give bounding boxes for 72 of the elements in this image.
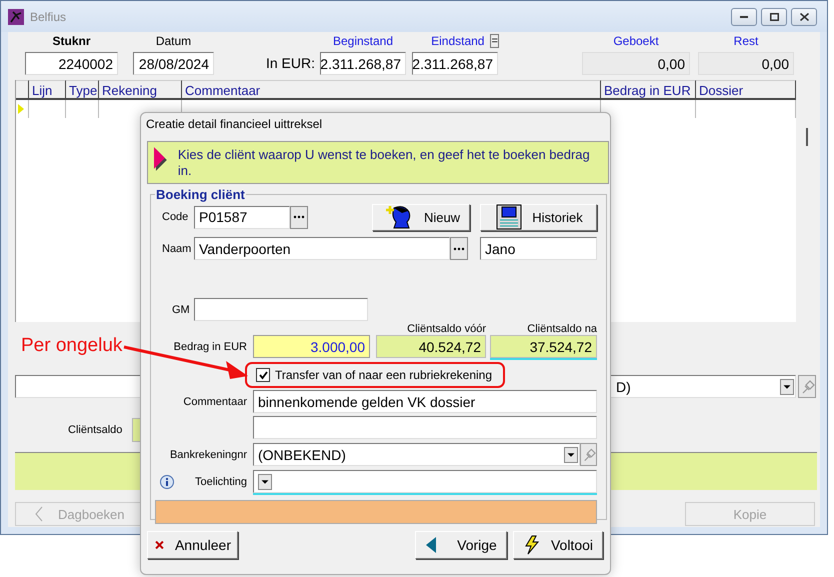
field-label: Toelichting — [195, 476, 247, 488]
column-header[interactable]: Bedrag in EUR — [601, 80, 696, 100]
header-corner — [16, 80, 29, 100]
minimize-button[interactable] — [731, 8, 757, 26]
input-field[interactable]: Vanderpoorten — [194, 237, 450, 260]
pin-button[interactable] — [580, 443, 597, 466]
input-field[interactable] — [194, 298, 368, 321]
pin-button[interactable] — [798, 375, 816, 398]
checkmark-icon — [258, 370, 268, 380]
input-field[interactable]: binnenkomende gelden VK dossier — [253, 390, 597, 413]
column-header[interactable]: Lijn — [29, 80, 66, 100]
input-field[interactable]: 2.311.268,87 — [412, 52, 498, 75]
input-field[interactable]: 2240002 — [25, 52, 118, 75]
field-label: Commentaar — [182, 396, 247, 408]
maximize-icon — [770, 12, 778, 20]
ellipsis-button[interactable] — [450, 237, 468, 260]
dropdown[interactable] — [253, 470, 597, 493]
column-header[interactable]: Type — [66, 80, 99, 100]
close-button[interactable] — [791, 8, 817, 26]
field-label: Rest — [734, 34, 758, 48]
field-label: Cliëntsaldo — [68, 424, 122, 436]
maximize-button[interactable] — [761, 8, 787, 26]
history-button[interactable]: Historiek — [480, 204, 597, 230]
annotation-text: Per ongeluk — [21, 335, 122, 357]
left-triangle-icon — [425, 536, 438, 554]
lightning-icon — [522, 535, 541, 555]
finish-button[interactable]: Voltooi — [513, 531, 603, 559]
input-field[interactable]: Jano — [480, 237, 597, 260]
column-label: Cliëntsaldo na — [526, 323, 597, 335]
field-label: Beginstand — [332, 34, 394, 48]
column-header[interactable]: Rekening — [99, 80, 182, 100]
field-label: Naam — [161, 242, 192, 254]
field-label: Eindstand — [431, 34, 484, 48]
readonly-field: 0,00 — [698, 52, 794, 75]
row-indicator-icon — [18, 104, 24, 114]
minimize-icon — [740, 16, 748, 18]
input-field[interactable] — [253, 416, 597, 439]
new-button[interactable]: Nieuw — [372, 204, 470, 230]
input-field[interactable]: P01587 — [194, 206, 290, 228]
readonly-field: 0,00 — [582, 52, 690, 75]
field-label: Bedrag in EUR — [172, 340, 247, 352]
column-header[interactable]: Dossier — [696, 80, 796, 100]
instruction-text: Kies de cliënt waarop U wenst te boeken, en geef het te boeken bedrag in. — [178, 147, 591, 179]
amount-field[interactable]: 3.000,00 — [253, 335, 370, 358]
readonly-field: 37.524,72 — [490, 335, 597, 358]
field-label: Bankrekeningnr — [168, 448, 247, 460]
pointer-triangle-icon — [154, 147, 168, 173]
dialog-title: Creatie detail financieel uittreksel — [145, 116, 324, 133]
cancel-button[interactable]: Annuleer — [147, 531, 238, 559]
info-icon — [160, 474, 174, 488]
field-label: Code — [161, 211, 190, 223]
currency-label: In EUR: — [264, 54, 316, 73]
scroll-thumb[interactable] — [806, 128, 808, 146]
window-title: Belfius — [30, 10, 66, 24]
app-icon — [8, 8, 24, 24]
equals-button[interactable]: = — [490, 34, 499, 48]
back-button[interactable]: Vorige — [415, 531, 507, 559]
column-label: Cliëntsaldo vóór — [406, 323, 486, 335]
column-header[interactable]: Commentaar — [182, 80, 601, 100]
checkbox[interactable]: Transfer van of naar een rubriekrekening — [256, 368, 492, 382]
dropdown[interactable]: (ONBEKEND) — [253, 443, 580, 466]
field-label: Datum — [156, 34, 192, 48]
ellipsis-button[interactable] — [290, 206, 308, 228]
field-label: Stuknr — [52, 34, 90, 48]
input-field[interactable]: 28/08/2024 — [133, 52, 214, 75]
field-label: GM — [171, 304, 191, 316]
document-icon — [494, 204, 524, 230]
group-title: Boeking cliënt — [155, 187, 246, 202]
input-field[interactable]: 2.311.268,87 — [320, 52, 406, 75]
close-icon — [800, 12, 808, 20]
field-label: Geboekt — [613, 34, 659, 48]
readonly-field: 40.524,72 — [376, 335, 486, 358]
